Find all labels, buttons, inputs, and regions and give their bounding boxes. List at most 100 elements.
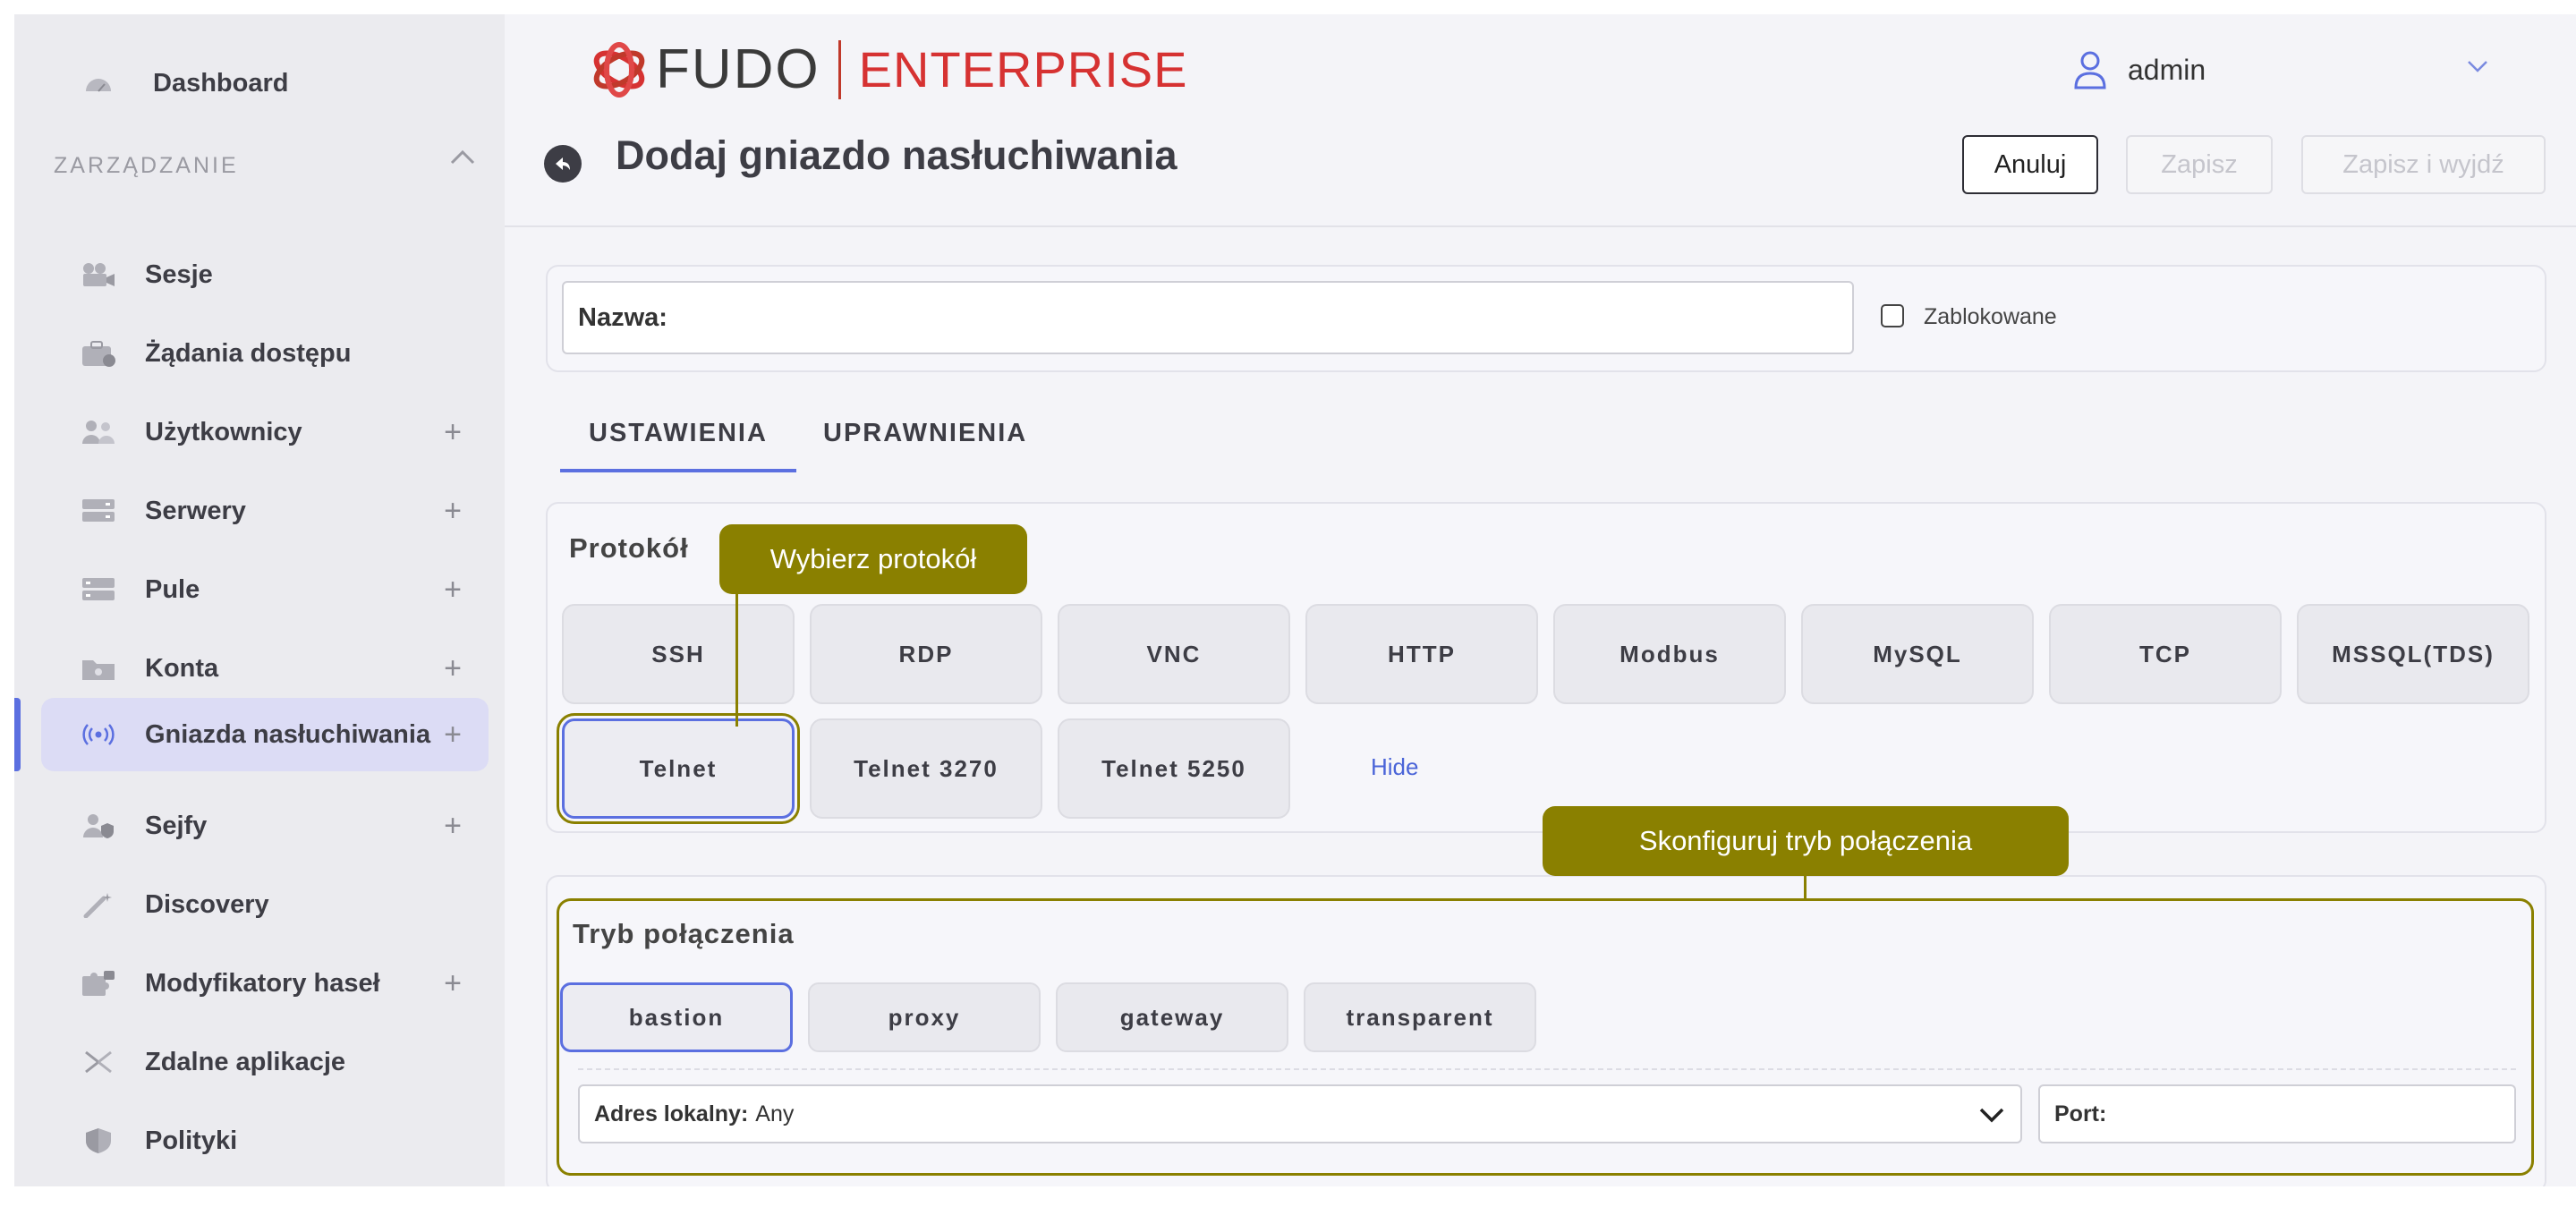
tab-permissions[interactable]: UPRAWNIENIA (823, 419, 1027, 448)
sidebar-item-users[interactable]: Użytkownicy + (41, 395, 489, 469)
add-user-button[interactable]: + (444, 415, 462, 450)
remote-app-icon (81, 1046, 116, 1078)
annotation-connector (1804, 876, 1807, 899)
tab-settings[interactable]: USTAWIENIA (589, 419, 768, 448)
sidebar-item-password-changers[interactable]: Modyfikatory haseł + (41, 947, 489, 1020)
protocol-rdp-button[interactable]: RDP (810, 604, 1042, 704)
protocol-http-button[interactable]: HTTP (1305, 604, 1538, 704)
add-server-button[interactable]: + (444, 494, 462, 529)
back-button[interactable] (544, 145, 582, 183)
sidebar-item-label: Gniazda nasłuchiwania (145, 719, 431, 749)
save-button[interactable]: Zapisz (2126, 135, 2273, 194)
sidebar-item-label: Pule (145, 574, 200, 604)
sidebar-item-label: Serwery (145, 496, 246, 525)
sidebar-item-label: Polityki (145, 1126, 238, 1155)
folder-icon (81, 652, 116, 684)
dashboard-icon (81, 67, 116, 99)
tooltip-connection-mode: Skonfiguruj tryb połączenia (1543, 806, 2069, 876)
sidebar-item-accounts[interactable]: Konta + (41, 632, 489, 705)
add-password-changer-button[interactable]: + (444, 966, 462, 1001)
protocol-vnc-button[interactable]: VNC (1058, 604, 1290, 704)
arrow-back-icon (556, 157, 570, 170)
mode-gateway-button[interactable]: gateway (1056, 982, 1288, 1052)
logo-divider (837, 39, 841, 99)
chevron-down-icon[interactable] (2466, 59, 2489, 78)
sidebar-item-label: Discovery (145, 889, 269, 919)
add-account-button[interactable]: + (444, 651, 462, 686)
protocol-tcp-button[interactable]: TCP (2049, 604, 2282, 704)
broadcast-icon (81, 718, 116, 751)
page-title: Dodaj gniazdo nasłuchiwania (616, 132, 1177, 178)
puzzle-icon (81, 967, 116, 999)
protocol-modbus-button[interactable]: Modbus (1553, 604, 1786, 704)
protocol-title: Protokół (569, 532, 689, 564)
sidebar-item-discovery[interactable]: Discovery (41, 868, 489, 941)
port-field[interactable]: Port: (2038, 1084, 2516, 1143)
local-address-label: Adres lokalny: (594, 1101, 749, 1126)
sidebar-item-pools[interactable]: Pule + (41, 553, 489, 626)
chevron-up-icon[interactable] (449, 149, 476, 171)
safe-icon (81, 810, 116, 842)
protocol-telnet-button[interactable]: Telnet (557, 713, 800, 824)
protocol-telnet3270-button[interactable]: Telnet 3270 (810, 718, 1042, 819)
header: FUDO ENTERPRISE admin Dodaj gniazdo nasł… (505, 14, 2576, 227)
briefcase-icon (81, 337, 116, 370)
user-menu[interactable]: admin (2072, 50, 2206, 89)
annotation-connector (735, 594, 738, 727)
sidebar-item-dashboard[interactable]: Dashboard (41, 47, 489, 120)
protocol-ssh-button[interactable]: SSH (562, 604, 795, 704)
fudo-logo-icon (593, 41, 645, 98)
wand-icon (81, 888, 116, 921)
shield-icon (81, 1125, 116, 1157)
add-safe-button[interactable]: + (444, 809, 462, 844)
mode-proxy-button[interactable]: proxy (808, 982, 1041, 1052)
sidebar-item-label: Dashboard (153, 68, 289, 98)
port-label: Port: (2054, 1101, 2107, 1126)
local-address-select[interactable]: Adres lokalny: Any (578, 1084, 2022, 1143)
name-panel: Nazwa: Zablokowane (546, 265, 2546, 372)
protocol-mysql-button[interactable]: MySQL (1801, 604, 2034, 704)
cancel-button[interactable]: Anuluj (1962, 135, 2098, 194)
user-name: admin (2128, 53, 2206, 86)
save-and-exit-button[interactable]: Zapisz i wyjdź (2301, 135, 2546, 194)
tooltip-protocol: Wybierz protokół (719, 524, 1027, 594)
divider (578, 1068, 2516, 1070)
sidebar-item-label: Konta (145, 653, 219, 683)
sidebar-item-remote-apps[interactable]: Zdalne aplikacje (41, 1025, 489, 1099)
sidebar-item-listeners[interactable]: Gniazda nasłuchiwania + (41, 698, 489, 771)
sidebar-item-label: Sejfy (145, 811, 208, 840)
logo-text-secondary: ENTERPRISE (858, 41, 1188, 98)
section-label: ZARZĄDZANIE (54, 153, 239, 178)
pool-icon (81, 574, 116, 606)
active-indicator (14, 698, 21, 771)
server-icon (81, 495, 116, 527)
users-icon (81, 416, 116, 448)
protocol-mssql-button[interactable]: MSSQL(TDS) (2297, 604, 2529, 704)
sidebar-item-sessions[interactable]: Sesje (41, 238, 489, 311)
logo: FUDO ENTERPRISE (590, 38, 1188, 101)
active-tab-indicator (560, 469, 796, 472)
blocked-checkbox[interactable] (1881, 304, 1904, 327)
chevron-down-icon (1977, 1101, 2006, 1135)
sidebar-item-safes[interactable]: Sejfy + (41, 789, 489, 863)
mode-transparent-button[interactable]: transparent (1304, 982, 1536, 1052)
protocol-telnet5250-button[interactable]: Telnet 5250 (1058, 718, 1290, 819)
hide-link[interactable]: Hide (1371, 753, 1418, 781)
sidebar-item-access-requests[interactable]: Żądania dostępu (41, 317, 489, 390)
sidebar-item-label: Zdalne aplikacje (145, 1047, 346, 1076)
sidebar-item-policies[interactable]: Polityki (41, 1104, 489, 1177)
camera-icon (81, 259, 116, 291)
name-field[interactable]: Nazwa: (562, 281, 1854, 354)
sidebar-item-label: Żądania dostępu (145, 338, 352, 368)
connection-mode-title: Tryb połączenia (573, 918, 795, 949)
add-pool-button[interactable]: + (444, 573, 462, 608)
blocked-label: Zablokowane (1924, 304, 2057, 329)
sidebar-item-servers[interactable]: Serwery + (41, 474, 489, 548)
add-listener-button[interactable]: + (444, 718, 462, 752)
name-label: Nazwa: (578, 302, 667, 332)
logo-text-primary: FUDO (656, 38, 820, 100)
sidebar-item-label: Modyfikatory haseł (145, 968, 380, 998)
sidebar-item-label: Sesje (145, 259, 213, 289)
app-window: Dashboard ZARZĄDZANIE Sesje Żądania dost… (14, 14, 2576, 1186)
mode-bastion-button[interactable]: bastion (560, 982, 793, 1052)
